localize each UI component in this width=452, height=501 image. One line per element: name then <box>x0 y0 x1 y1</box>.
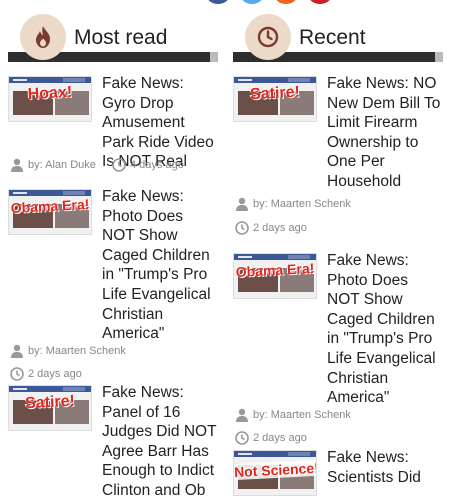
article-thumbnail[interactable]: Hoax! <box>8 76 92 122</box>
article-link[interactable]: Fake News: Panel of 16 Judges Did NOT Ag… <box>102 384 216 499</box>
clock-icon <box>235 221 249 235</box>
article-link[interactable]: Fake News: Photo Does NOT Show Caged Chi… <box>327 252 436 406</box>
facebook-icon[interactable] <box>207 0 229 4</box>
article-link[interactable]: Fake News: NO New Dem Bill To Limit Fire… <box>327 75 440 190</box>
article-time: 2 days ago <box>10 367 82 381</box>
clock-icon <box>10 367 24 381</box>
icon-circle <box>20 14 66 60</box>
article-link[interactable]: Fake News: Gyro Drop Amusement Park Ride… <box>102 75 214 170</box>
article-thumbnail[interactable]: Not Science! <box>233 450 317 496</box>
section-title: Recent <box>299 26 366 49</box>
clock-icon <box>112 158 126 172</box>
user-icon <box>11 344 23 358</box>
author-name: by: Maarten Schenk <box>253 409 351 421</box>
time-ago: 4 days ago <box>130 159 184 171</box>
article-thumbnail[interactable]: Obama Era! <box>8 189 92 235</box>
section-title: Most read <box>74 26 168 49</box>
article-thumbnail[interactable]: Obama Era! <box>233 253 317 299</box>
most-read-section: Most read Hoax! Fake News: Gyro Drop Amu… <box>8 14 218 499</box>
article-link[interactable]: Fake News: Photo Does NOT Show Caged Chi… <box>102 188 211 342</box>
author-name: by: Alan Duke <box>28 159 96 171</box>
user-icon <box>236 197 248 211</box>
clock-icon <box>235 431 249 445</box>
recent-section: Recent Satire! Fake News: NO New Dem Bil… <box>233 14 443 496</box>
article-headline[interactable]: Fake News: Photo Does NOT Show Caged Chi… <box>327 251 443 408</box>
author-name: by: Maarten Schenk <box>253 198 351 210</box>
time-ago: 2 days ago <box>253 432 307 444</box>
article-time: 4 days ago <box>112 158 184 172</box>
article-author: by: Alan Duke <box>10 158 96 172</box>
article-link[interactable]: Fake News: Scientists Did <box>327 449 421 486</box>
article-time: 2 days ago <box>235 431 307 445</box>
article-thumbnail[interactable]: Satire! <box>233 76 317 122</box>
clock-icon <box>257 26 279 48</box>
user-icon <box>11 158 23 172</box>
user-icon <box>236 408 248 422</box>
article-headline[interactable]: Fake News: NO New Dem Bill To Limit Fire… <box>327 74 443 192</box>
time-ago: 2 days ago <box>28 368 82 380</box>
article-thumbnail[interactable]: Satire! <box>8 385 92 431</box>
twitter-icon[interactable] <box>241 0 263 4</box>
flame-icon <box>36 26 50 48</box>
article-author: by: Maarten Schenk <box>10 344 126 358</box>
article-author: by: Maarten Schenk <box>235 197 351 211</box>
article-headline[interactable]: Fake News: Scientists Did <box>327 448 443 487</box>
rss-icon[interactable] <box>275 0 297 4</box>
recent-header: Recent <box>233 14 443 62</box>
article-time: 2 days ago <box>235 221 307 235</box>
article-headline[interactable]: Fake News: Panel of 16 Judges Did NOT Ag… <box>102 383 218 501</box>
article-headline[interactable]: Fake News: Photo Does NOT Show Caged Chi… <box>102 187 218 344</box>
article-author: by: Maarten Schenk <box>235 408 351 422</box>
time-ago: 2 days ago <box>253 222 307 234</box>
most-read-header: Most read <box>8 14 218 62</box>
icon-circle <box>245 14 291 60</box>
pinterest-icon[interactable] <box>309 0 331 4</box>
author-name: by: Maarten Schenk <box>28 345 126 357</box>
